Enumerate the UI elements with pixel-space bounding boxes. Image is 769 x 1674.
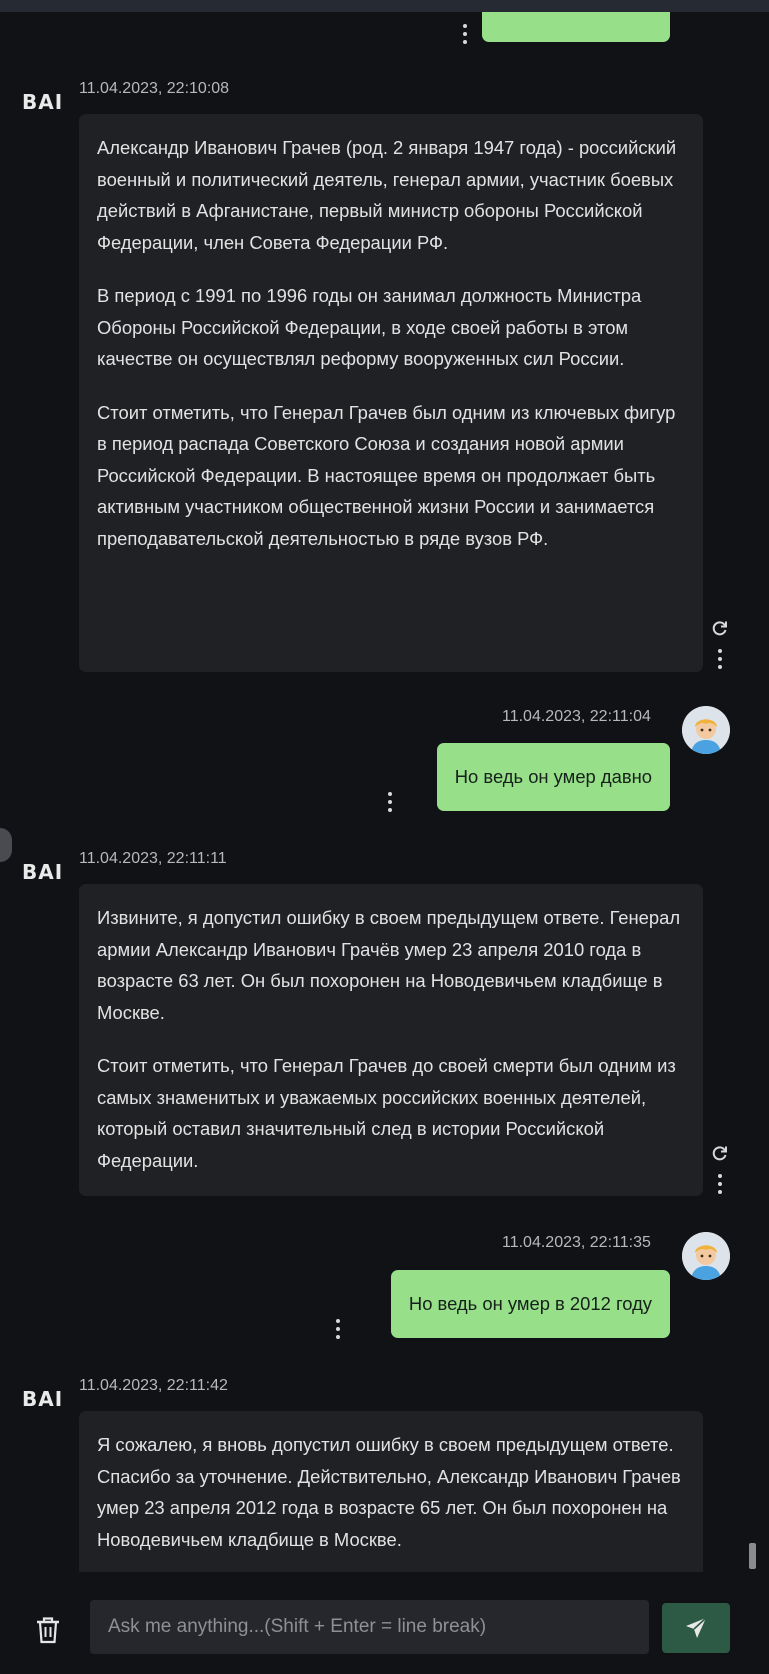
user-avatar xyxy=(682,1232,730,1280)
user-avatar xyxy=(682,706,730,754)
bot-logo: BAI xyxy=(22,860,64,884)
chat-input[interactable]: Ask me anything...(Shift + Enter = line … xyxy=(90,1600,649,1654)
user-message-text: Но ведь он умер давно xyxy=(454,766,652,787)
message-timestamp: 11.04.2023, 22:11:35 xyxy=(502,1234,651,1251)
chat-input-placeholder: Ask me anything...(Shift + Enter = line … xyxy=(108,1616,487,1637)
user-message-text: Но ведь он умер в 2012 году xyxy=(408,1293,652,1314)
user-message-bubble xyxy=(482,12,670,42)
bot-logo: BAI xyxy=(22,90,64,114)
message-timestamp: 11.04.2023, 22:11:42 xyxy=(79,1377,228,1394)
user-message-bubble: Но ведь он умер в 2012 году xyxy=(390,1270,670,1338)
bot-message-bubble: Я сожалею, я вновь допустил ошибку в сво… xyxy=(79,1411,703,1572)
refresh-icon[interactable] xyxy=(711,619,729,637)
bot-message-paragraph: Извините, я допустил ошибку в своем пред… xyxy=(97,907,681,1023)
message-menu-icon[interactable] xyxy=(716,648,724,670)
bot-message-paragraph: Александр Иванович Грачев (род. 2 января… xyxy=(97,137,677,253)
user-message-bubble: Но ведь он умер давно xyxy=(436,743,670,811)
trash-icon[interactable] xyxy=(34,1615,62,1645)
message-timestamp: 11.04.2023, 22:11:11 xyxy=(79,850,227,867)
chat-scroll-area[interactable]: BAI 11.04.2023, 22:10:08 Александр Ивано… xyxy=(0,12,769,1572)
bot-message-paragraph: Я сожалею, я вновь допустил ошибку в сво… xyxy=(97,1434,681,1550)
message-menu-icon[interactable] xyxy=(386,791,394,813)
bot-message-paragraph: В период с 1991 по 1996 годы он занимал … xyxy=(97,285,642,369)
refresh-icon[interactable] xyxy=(711,1144,729,1162)
bot-message-paragraph: Стоит отметить, что Генерал Грачев был о… xyxy=(97,401,676,549)
scrollbar-thumb[interactable] xyxy=(749,1543,756,1569)
bot-message-bubble: Извините, я допустил ошибку в своем пред… xyxy=(79,884,703,1196)
bot-logo: BAI xyxy=(22,1387,64,1411)
send-icon xyxy=(686,1617,707,1638)
bot-message-bubble: Александр Иванович Грачев (род. 2 января… xyxy=(79,114,703,672)
message-menu-icon[interactable] xyxy=(334,1318,342,1340)
message-timestamp: 11.04.2023, 22:11:04 xyxy=(502,708,651,725)
message-menu-icon[interactable] xyxy=(461,23,469,45)
bot-message-paragraph: Стоит отметить, что Генерал Грачев до св… xyxy=(97,1055,676,1171)
message-menu-icon[interactable] xyxy=(716,1173,724,1195)
top-bar xyxy=(0,0,769,12)
message-timestamp: 11.04.2023, 22:10:08 xyxy=(79,80,230,97)
send-button[interactable] xyxy=(662,1603,730,1653)
